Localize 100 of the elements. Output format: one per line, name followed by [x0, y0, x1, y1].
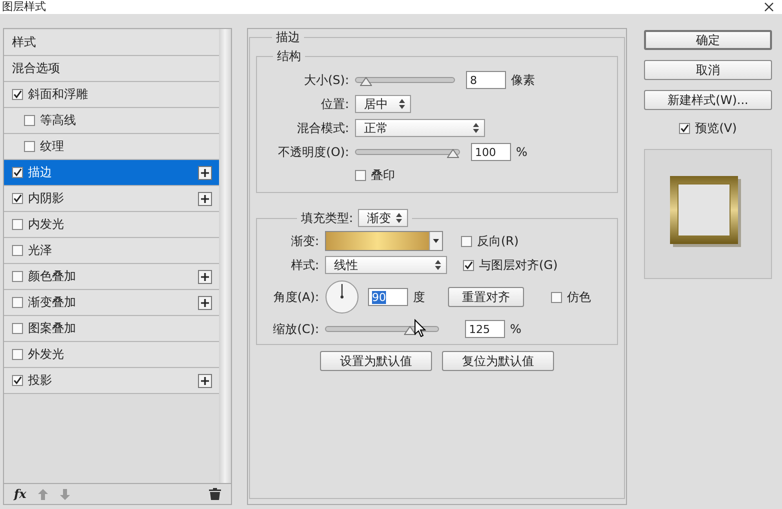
field-label: 渐变: — [290, 232, 319, 250]
effect-label: 纹理 — [40, 138, 65, 155]
up-arrow-icon[interactable] — [38, 488, 48, 500]
angle-value: 90 — [372, 290, 386, 304]
effect-label: 等高线 — [40, 112, 77, 129]
sidebar-item[interactable]: 斜面和浮雕 — [4, 82, 219, 108]
cursor-icon — [414, 319, 426, 337]
gradient-picker[interactable] — [325, 231, 443, 251]
dialog-button[interactable]: 确定 — [644, 30, 772, 50]
plus-icon — [201, 272, 209, 280]
slider-track[interactable] — [355, 77, 455, 83]
group-title: 结构 — [276, 48, 302, 65]
unit-label: % — [516, 145, 528, 159]
checkbox[interactable] — [12, 245, 23, 256]
angle-field[interactable]: 90 — [368, 288, 408, 306]
sidebar-item[interactable]: 投影 — [4, 368, 219, 394]
sidebar-item[interactable]: 光泽 — [4, 238, 219, 264]
section-title: 描边 — [275, 29, 301, 46]
default-button[interactable]: 设置为默认值 — [320, 351, 432, 371]
checkbox[interactable] — [12, 297, 23, 308]
checkbox[interactable] — [551, 292, 562, 302]
checkbox[interactable] — [12, 323, 23, 334]
sidebar-item[interactable]: 等高线 — [4, 108, 219, 134]
checkbox[interactable] — [12, 271, 23, 282]
checkbox[interactable] — [461, 236, 472, 246]
add-button[interactable] — [198, 192, 212, 206]
checkbox[interactable] — [12, 349, 23, 360]
checkbox-label: 预览(V) — [695, 120, 737, 137]
checkbox[interactable] — [24, 115, 35, 126]
sidebar-item[interactable]: 样式 — [4, 30, 219, 56]
slider-track[interactable] — [325, 326, 439, 332]
sidebar-item[interactable]: 混合选项 — [4, 56, 219, 82]
fx-button[interactable]: fx — [14, 487, 26, 501]
slider-thumb[interactable] — [404, 326, 416, 335]
effect-label: 描边 — [28, 164, 53, 181]
plus-icon — [201, 194, 209, 202]
checkbox-label: 叠印 — [371, 167, 395, 184]
unit-label: 像素 — [511, 72, 535, 88]
effect-label: 内阴影 — [28, 190, 65, 207]
field-label: 不透明度(O): — [277, 144, 349, 160]
effect-label: 颜色叠加 — [28, 268, 77, 285]
effect-label: 外发光 — [28, 346, 65, 363]
size-field[interactable]: 8 — [466, 71, 506, 89]
dialog-button[interactable]: 新建样式(W)... — [644, 90, 772, 110]
default-button[interactable]: 复位为默认值 — [442, 351, 554, 371]
effect-label: 渐变叠加 — [28, 294, 77, 311]
checkbox[interactable] — [679, 123, 690, 134]
effect-label: 投影 — [28, 372, 53, 389]
window-title: 图层样式 — [2, 1, 46, 13]
sidebar-item[interactable]: 描边 — [4, 160, 219, 186]
angle-dial[interactable] — [325, 280, 359, 314]
checkbox[interactable] — [12, 219, 23, 230]
add-button[interactable] — [198, 166, 212, 180]
unit-label: 度 — [413, 288, 425, 306]
effect-label: 斜面和浮雕 — [28, 86, 89, 103]
add-button[interactable] — [198, 374, 212, 388]
sidebar-item[interactable]: 纹理 — [4, 134, 219, 160]
add-button[interactable] — [198, 296, 212, 310]
up-down-arrows-icon — [399, 99, 405, 109]
field-label: 大小(S): — [302, 72, 349, 88]
sidebar-item[interactable]: 图案叠加 — [4, 316, 219, 342]
checkbox-label: 与图层对齐(G) — [479, 256, 558, 274]
sidebar-item[interactable]: 渐变叠加 — [4, 290, 219, 316]
plus-icon — [201, 298, 209, 306]
fill-type-dropdown[interactable]: 渐变 — [358, 209, 408, 227]
sidebar-item[interactable]: 内阴影 — [4, 186, 219, 212]
sidebar-item[interactable]: 外发光 — [4, 342, 219, 368]
opacity-field[interactable]: 100 — [471, 143, 511, 161]
checkbox[interactable] — [463, 260, 474, 270]
checkbox[interactable] — [12, 89, 23, 100]
effect-label: 光泽 — [28, 242, 53, 259]
checkbox[interactable] — [12, 375, 23, 386]
trash-icon[interactable] — [209, 488, 221, 500]
field-label: 混合模式: — [296, 120, 349, 136]
up-down-arrows-icon — [396, 213, 402, 223]
add-button[interactable] — [198, 270, 212, 284]
slider-track[interactable] — [355, 149, 460, 155]
style-dropdown[interactable]: 线性 — [325, 256, 447, 274]
plus-icon — [201, 168, 209, 176]
checkbox[interactable] — [24, 141, 35, 152]
close-icon[interactable] — [764, 2, 774, 12]
slider-thumb[interactable] — [447, 149, 459, 158]
field-label: 样式: — [290, 256, 319, 274]
sidebar-item[interactable]: 颜色叠加 — [4, 264, 219, 290]
dialog-button[interactable]: 取消 — [644, 60, 772, 80]
checkbox[interactable] — [12, 193, 23, 204]
down-arrow-icon[interactable] — [60, 488, 70, 500]
checkbox[interactable] — [12, 167, 23, 178]
blend-mode-dropdown[interactable]: 正常 — [355, 119, 485, 137]
field-label: 缩放(C): — [272, 320, 319, 338]
slider-thumb[interactable] — [360, 77, 372, 86]
up-down-arrows-icon — [435, 260, 441, 270]
scale-field[interactable]: 125 — [465, 320, 505, 338]
up-down-arrows-icon — [473, 123, 479, 133]
checkbox[interactable] — [355, 170, 366, 181]
sidebar-item[interactable]: 内发光 — [4, 212, 219, 238]
reset-align-button[interactable]: 重置对齐 — [448, 287, 524, 307]
caret-icon — [433, 239, 439, 243]
effect-label: 图案叠加 — [28, 320, 77, 337]
position-dropdown[interactable]: 居中 — [355, 95, 411, 113]
